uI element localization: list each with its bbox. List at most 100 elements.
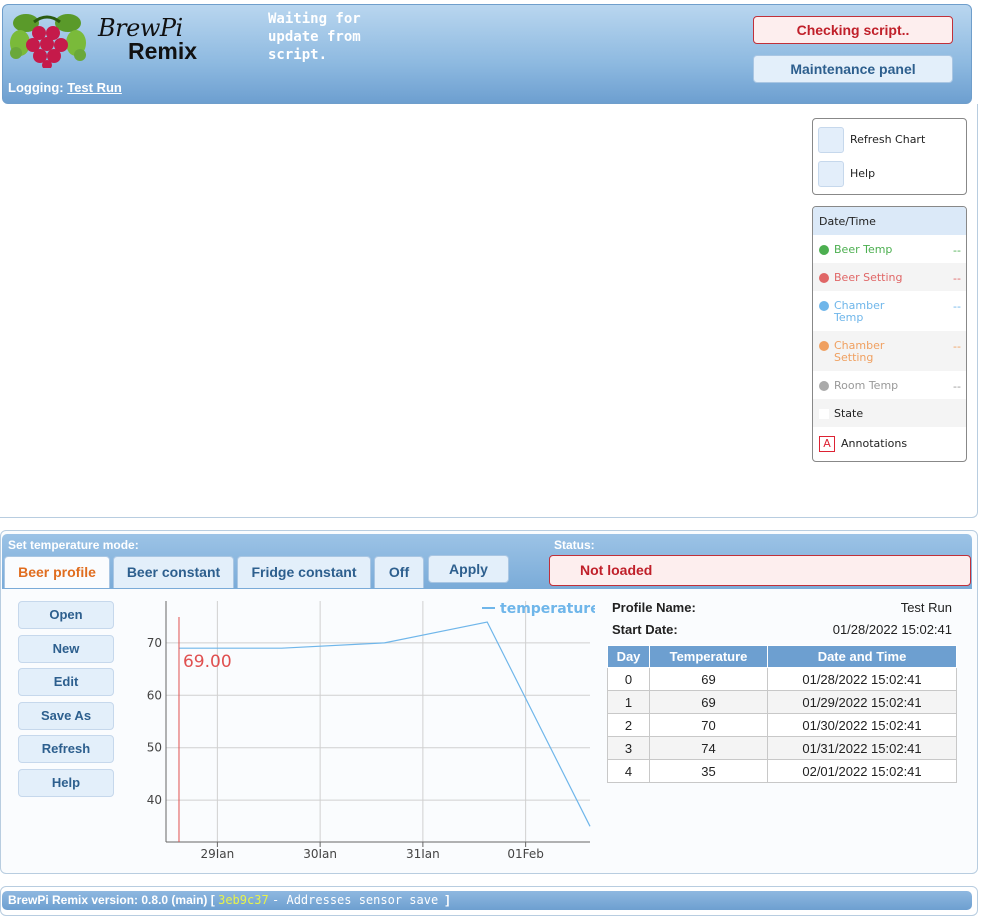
cell-temperature[interactable]: 69 [649,690,768,714]
series-line-temperature [179,621,591,827]
table-row[interactable]: 3 74 01/31/2022 15:02:41 [607,736,957,760]
legend-datetime: Date/Time [813,207,966,235]
cell-datetime[interactable]: 01/29/2022 15:02:41 [767,690,957,714]
maintenance-panel-button[interactable]: Maintenance panel [753,55,953,83]
start-date-row: Start Date: 01/28/2022 15:02:41 [612,622,952,644]
column-header-temperature: Temperature [649,645,768,668]
cell-temperature[interactable]: 70 [649,713,768,737]
y-tick-label: 60 [147,688,162,702]
cell-day[interactable]: 1 [607,690,650,714]
cell-day[interactable]: 4 [607,759,650,783]
legend-label: Chamber Temp [834,299,885,324]
y-tick-label: 40 [147,793,162,807]
cell-temperature[interactable]: 69 [649,667,768,691]
logging-row: Logging: Test Run [8,80,122,95]
table-row[interactable]: 1 69 01/29/2022 15:02:41 [607,690,957,714]
help-button[interactable]: Help [18,769,114,797]
logging-label: Logging: [8,80,64,95]
legend-label-temperature: temperature [500,601,595,617]
legend-item-beer-setting[interactable]: Beer Setting -- [813,263,966,291]
legend-label: Beer Setting [834,271,903,284]
cell-datetime[interactable]: 01/31/2022 15:02:41 [767,736,957,760]
legend-value: -- [953,244,961,257]
open-profile-button[interactable]: Open [18,601,114,629]
column-header-datetime: Date and Time [767,645,957,668]
version-close-bracket: ] [445,893,450,907]
logo-subtitle: Remix [128,38,198,64]
cell-day[interactable]: 0 [607,667,650,691]
edit-profile-button[interactable]: Edit [18,668,114,696]
commit-hash[interactable]: 3eb9c37 [218,893,269,907]
tab-fridge-constant[interactable]: Fridge constant [237,556,371,588]
version-text: BrewPi Remix version: 0.8.0 (main) [ [8,893,215,907]
legend-label: Beer Temp [834,243,893,256]
apply-button[interactable]: Apply [428,555,509,583]
save-as-button[interactable]: Save As [18,702,114,730]
chamber-setting-dot-icon [819,341,829,351]
tab-off[interactable]: Off [374,556,424,588]
annotation-icon: A [819,436,835,452]
profile-name-label: Profile Name: [612,600,696,615]
legend-value: -- [953,272,961,285]
start-date-label: Start Date: [612,622,678,637]
refresh-profile-button[interactable]: Refresh [18,735,114,763]
new-profile-button[interactable]: New [18,635,114,663]
status-label: Status: [554,538,595,552]
cell-temperature[interactable]: 74 [649,736,768,760]
state-square-icon [819,409,829,419]
legend-item-annotations[interactable]: A Annotations [813,427,966,461]
legend-value: -- [953,380,961,393]
cell-datetime[interactable]: 01/30/2022 15:02:41 [767,713,957,737]
legend-item-chamber-temp[interactable]: Chamber Temp -- [813,291,966,331]
legend-item-state: State [813,399,966,427]
legend-label: Annotations [841,437,908,450]
script-status-text: Waiting for update from script. [268,11,361,63]
legend-label: Chamber Setting [834,339,885,364]
cell-temperature[interactable]: 35 [649,759,768,783]
footer-version-bar: BrewPi Remix version: 0.8.0 (main) [ 3eb… [2,891,972,910]
chamber-temp-dot-icon [819,301,829,311]
beer-temp-dot-icon [819,245,829,255]
refresh-chart-label: Refresh Chart [850,133,926,146]
checking-script-button[interactable]: Checking script.. [753,16,953,44]
refresh-icon[interactable] [818,127,844,153]
profile-name-row: Profile Name: Test Run [612,600,952,622]
tab-beer-profile[interactable]: Beer profile [4,556,110,588]
cell-day[interactable]: 3 [607,736,650,760]
x-tick-label: 01Feb [507,847,544,858]
legend-item-room-temp[interactable]: Room Temp -- [813,371,966,399]
logging-link[interactable]: Test Run [67,80,122,95]
room-temp-dot-icon [819,381,829,391]
y-tick-label: 70 [147,636,162,650]
help-label: Help [850,167,876,180]
legend-item-beer-temp[interactable]: Beer Temp -- [813,235,966,263]
column-header-day: Day [607,645,650,668]
profile-chart: 40 50 60 70 29Jan 30Jan 31Jan 01Feb temperature 6… [147,601,595,858]
start-date-value: 01/28/2022 15:02:41 [832,622,952,637]
commit-message: - Addresses sensor save [272,893,446,907]
chart-legend: Date/Time Beer Temp -- Beer Setting -- C… [812,206,967,462]
profile-info: Profile Name: Test Run Start Date: 01/28… [612,600,952,644]
status-value: Not loaded [549,555,971,586]
cell-datetime[interactable]: 02/01/2022 15:02:41 [767,759,957,783]
table-row[interactable]: 4 35 02/01/2022 15:02:41 [607,759,957,783]
table-row[interactable]: 0 69 01/28/2022 15:02:41 [607,667,957,691]
help-icon[interactable] [818,161,844,187]
cell-datetime[interactable]: 01/28/2022 15:02:41 [767,667,957,691]
legend-label: Room Temp [834,379,899,392]
x-tick-label: 31Jan [406,847,440,858]
tab-beer-constant[interactable]: Beer constant [113,556,234,588]
beer-setting-dot-icon [819,273,829,283]
legend-label: State [834,407,864,420]
chart-controls: Refresh Chart Help [812,118,967,195]
profile-table: Day Temperature Date and Time 0 69 01/28… [607,645,957,783]
x-tick-label: 30Jan [303,847,337,858]
cell-day[interactable]: 2 [607,713,650,737]
table-row[interactable]: 2 70 01/30/2022 15:02:41 [607,713,957,737]
legend-item-chamber-setting[interactable]: Chamber Setting -- [813,331,966,371]
marker-value-label: 69.00 [183,652,232,672]
legend-value: -- [953,340,961,353]
mode-label: Set temperature mode: [8,538,139,552]
x-tick-label: 29Jan [200,847,234,858]
profile-name-value: Test Run [900,600,952,615]
